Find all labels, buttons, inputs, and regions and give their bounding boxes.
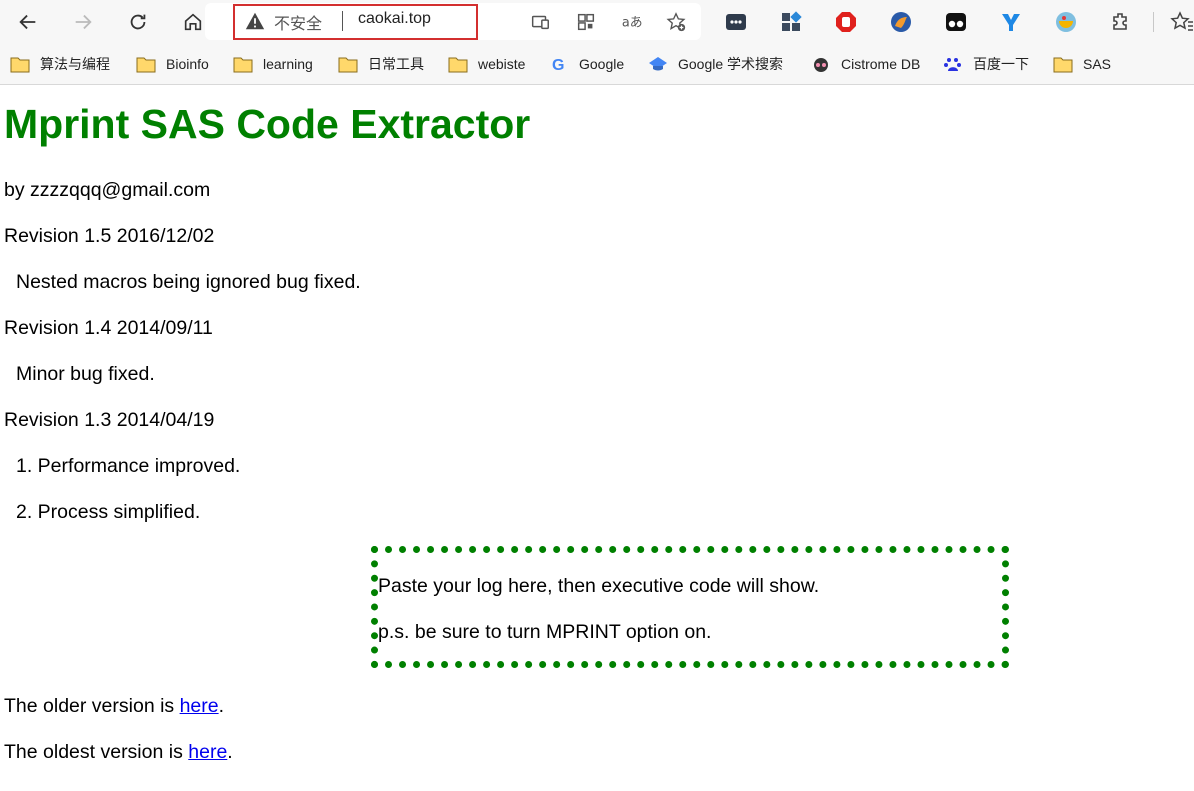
folder-icon	[338, 57, 358, 73]
warning-icon[interactable]	[244, 10, 266, 32]
browser-toolbar: 不安全 caokai.top aあ	[0, 0, 1194, 44]
page-title: Mprint SAS Code Extractor	[4, 101, 531, 147]
extension-fox-icon[interactable]	[889, 10, 913, 34]
bookmark-webiste[interactable]: webiste	[448, 54, 525, 74]
bookmark-label: SAS	[1083, 56, 1112, 72]
address-divider	[342, 11, 343, 31]
extension-bowl-icon[interactable]	[1054, 10, 1078, 34]
revision-note: 2. Process simplified.	[16, 501, 201, 523]
bookmark-sas[interactable]: SAS	[1053, 54, 1111, 74]
bookmark-label: learning	[263, 56, 313, 72]
toolbar-divider	[1153, 12, 1154, 32]
revision-note: 1. Performance improved.	[16, 455, 241, 477]
revision-note: Minor bug fixed.	[16, 363, 155, 385]
oldest-version-prefix: The oldest version is	[4, 741, 189, 763]
adblock-icon[interactable]	[834, 10, 858, 34]
bookmarks-bar: 算法与编程 Bioinfo learning 日常工具 webiste G Go…	[0, 44, 1194, 85]
scholar-icon	[649, 57, 667, 71]
extension-dots-icon[interactable]	[724, 10, 748, 34]
arrow-right-icon	[75, 14, 92, 30]
back-button[interactable]	[14, 8, 42, 36]
extensions-puzzle-icon[interactable]	[1109, 10, 1133, 34]
oldest-version-link[interactable]: here	[188, 741, 227, 763]
read-aloud-icon[interactable]: aあ	[620, 11, 642, 33]
favorites-icon[interactable]	[1169, 10, 1193, 34]
older-version-line: The older version is here.	[4, 694, 224, 718]
log-input-area[interactable]	[371, 546, 1009, 668]
app-available-icon[interactable]	[529, 11, 551, 33]
baidu-icon	[944, 58, 961, 71]
log-instruction: Paste your log here, then executive code…	[378, 575, 820, 597]
older-version-link[interactable]: here	[180, 695, 219, 717]
bookmark-google[interactable]: G Google	[549, 54, 624, 74]
oldest-version-line: The oldest version is here.	[4, 740, 233, 764]
home-icon	[184, 13, 202, 31]
arrow-left-icon	[19, 14, 36, 30]
refresh-button[interactable]	[124, 8, 152, 36]
cistrome-icon	[814, 58, 828, 72]
oldest-version-suffix: .	[227, 741, 233, 763]
bookmark-label: Google	[579, 56, 625, 72]
older-version-prefix: The older version is	[4, 695, 180, 717]
revision-heading: Revision 1.4 2014/09/11	[4, 317, 213, 339]
older-version-suffix: .	[218, 695, 225, 717]
tampermonkey-icon[interactable]	[944, 10, 968, 34]
svg-text:aあ: aあ	[622, 16, 642, 31]
author-line: by zzzzqqq@gmail.com	[4, 179, 211, 201]
folder-icon	[233, 57, 253, 73]
extension-y-icon[interactable]	[999, 10, 1023, 34]
svg-text:G: G	[552, 57, 564, 73]
bookmark-label: Google 学术搜索	[678, 56, 784, 72]
bookmark-algorithms[interactable]: 算法与编程	[10, 54, 110, 74]
bookmark-bioinfo[interactable]: Bioinfo	[136, 54, 209, 74]
bookmark-label: Cistrome DB	[841, 56, 921, 72]
add-favorite-icon[interactable]	[665, 11, 687, 33]
url-highlight-box	[233, 4, 478, 40]
bookmark-label: 日常工具	[368, 56, 424, 72]
google-icon: G	[552, 57, 564, 73]
revision-heading: Revision 1.3 2014/04/19	[4, 409, 215, 431]
bookmark-label: 百度一下	[973, 56, 1029, 72]
revision-note: Nested macros being ignored bug fixed.	[16, 271, 361, 293]
bookmark-label: Bioinfo	[166, 56, 209, 72]
folder-icon	[10, 57, 30, 73]
bookmark-label: webiste	[478, 56, 526, 72]
forward-button[interactable]	[69, 8, 97, 36]
folder-icon	[448, 57, 468, 73]
folder-icon	[1053, 57, 1073, 73]
home-button[interactable]	[179, 8, 207, 36]
refresh-icon	[130, 14, 146, 30]
extension-blocks-icon[interactable]	[779, 10, 803, 34]
security-label[interactable]: 不安全	[274, 10, 322, 34]
bookmark-google-scholar[interactable]: Google 学术搜索	[648, 54, 783, 74]
qr-code-icon[interactable]	[575, 11, 597, 33]
revision-heading: Revision 1.5 2016/12/02	[4, 225, 215, 247]
bookmark-daily-tools[interactable]: 日常工具	[338, 54, 424, 74]
url-text[interactable]: caokai.top	[358, 10, 431, 28]
bookmark-cistrome[interactable]: Cistrome DB	[811, 54, 920, 74]
bookmark-learning[interactable]: learning	[233, 54, 313, 74]
folder-icon	[136, 57, 156, 73]
log-note: p.s. be sure to turn MPRINT option on.	[378, 621, 712, 643]
bookmark-label: 算法与编程	[40, 56, 110, 72]
bookmark-baidu[interactable]: 百度一下	[943, 54, 1029, 74]
